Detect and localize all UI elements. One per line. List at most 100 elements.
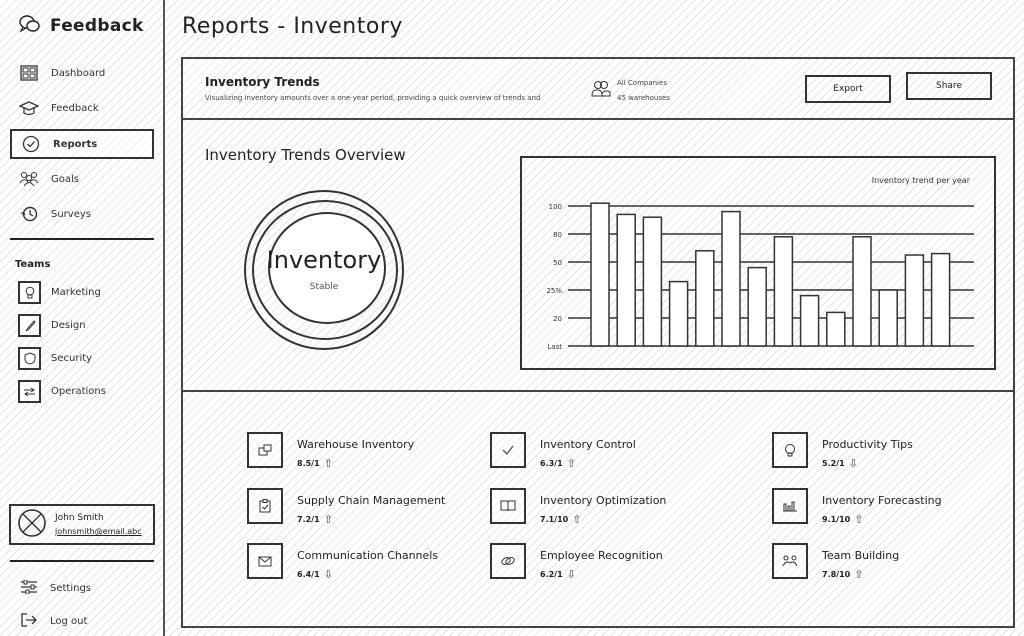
sidebar-item-goals[interactable]: Goals [10,164,154,194]
bar-7[interactable] [747,266,767,347]
bar-13[interactable] [904,254,925,347]
bar-4[interactable] [668,280,689,347]
header-panel: Inventory Trends Visualizing inventory a… [181,57,1015,120]
bar-10[interactable] [826,311,846,347]
team-icon [772,543,808,579]
check-circle-icon [21,134,41,154]
arrow-up-icon: ⇧ [572,513,582,526]
group-icon [19,169,39,189]
metric-item[interactable]: Employee Recognition 6.2/1 ⇩ [490,543,663,581]
metric-item[interactable]: Inventory Forecasting 9.1/10 ⇧ [772,488,942,526]
bar-3[interactable] [642,216,663,347]
metric-item[interactable]: Inventory Optimization 7.1/10 ⇧ [490,488,666,526]
users-icon [591,80,611,102]
metric-title: Employee Recognition [540,549,663,562]
avatar [17,508,47,542]
metric-score: 6.2/1 [540,570,563,579]
page-title: Reports - Inventory [182,14,403,39]
team-item-design[interactable]: Design [18,314,86,337]
bar-11[interactable] [852,236,872,347]
metric-title: Supply Chain Management [297,494,446,507]
metric-item[interactable]: Inventory Control 6.3/1 ⇧ [490,432,636,470]
scope-warehouses: 45 warehouses [617,94,670,102]
arrow-up-icon: ⇧ [854,513,864,526]
metric-item[interactable]: Communication Channels 6.4/1 ⇩ [247,543,438,581]
overview-title: Inventory Trends Overview [205,146,406,164]
envelope-icon [247,543,283,579]
user-card[interactable]: John Smith johnsmith@email.abc [9,504,155,545]
team-label: Design [51,320,86,331]
sidebar: Feedback Dashboard Feedback Reports Goal… [0,0,165,636]
arrow-up-icon: ⇧ [323,513,333,526]
app-title: Feedback [50,16,144,36]
lightbulb-icon [18,281,41,304]
bar-1[interactable] [590,202,610,347]
overview-panel: Inventory Trends Overview Inventory Stab… [181,118,1015,392]
metric-value: 7.2/1 ⇧ [297,513,445,526]
user-email[interactable]: johnsmith@email.abc [55,527,142,536]
metrics-panel: Warehouse Inventory 8.5/1 ⇧ Inventory Contr… [181,390,1015,628]
scope-companies: All Companies [617,79,667,87]
bar-12[interactable] [878,289,898,347]
teams-heading: Teams [15,259,51,270]
grid-icon [19,63,39,83]
metric-score: 6.4/1 [297,570,320,579]
sidebar-item-feedback[interactable]: Feedback [10,93,154,123]
export-button[interactable]: Export [805,75,891,103]
clipboard-check-icon [247,488,283,524]
metric-value: 9.1/10 ⇧ [822,513,942,526]
check-icon [490,432,526,468]
metric-title: Productivity Tips [822,438,913,451]
arrow-up-icon: ⇧ [323,457,333,470]
bar-chart-icon [772,488,808,524]
bar-6[interactable] [721,210,741,347]
sidebar-item-label: Goals [51,173,79,185]
history-icon [19,204,39,224]
metric-score: 5.2/1 [822,459,845,468]
bar-5[interactable] [695,250,715,347]
arrow-up-icon: ⇧ [854,568,864,581]
metric-title: Inventory Optimization [540,494,667,507]
team-item-security[interactable]: Security [18,347,92,370]
metric-title: Inventory Forecasting [822,494,942,507]
team-label: Security [51,353,93,364]
metric-item[interactable]: Productivity Tips 5.2/1 ⇩ [772,432,913,470]
bar-chart: Inventory trend per year Last 20 25% 50 80 10… [520,156,996,370]
handshake-icon [490,543,526,579]
sidebar-item-reports[interactable]: Reports [10,129,154,159]
sidebar-item-label: Feedback [51,102,99,114]
share-button[interactable]: Share [906,72,992,100]
graduation-cap-icon [19,98,39,118]
logout-link[interactable]: Log out [20,612,87,631]
y-tick-label: Last [547,343,562,351]
brand[interactable]: Feedback [18,14,144,38]
logout-icon [20,612,38,631]
team-item-operations[interactable]: Operations [18,380,106,403]
team-item-marketing[interactable]: Marketing [18,281,101,304]
bar-14[interactable] [930,252,951,347]
scope-info: All Companies 45 warehouses [591,76,670,106]
metric-value: 7.1/10 ⇧ [540,513,666,526]
arrow-down-icon: ⇩ [323,568,333,581]
metric-score: 7.1/10 [540,515,569,524]
metric-score: 6.3/1 [540,459,563,468]
sidebar-item-dashboard[interactable]: Dashboard [10,58,154,88]
logout-label: Log out [50,616,88,627]
shield-icon [18,347,41,370]
team-label: Marketing [51,287,101,298]
metric-title: Communication Channels [297,549,439,562]
panel-description: Visualizing inventory amounts over a one… [205,94,541,102]
settings-link[interactable]: Settings [20,579,91,597]
metric-value: 7.8/10 ⇧ [822,568,899,581]
metric-item[interactable]: Team Building 7.8/10 ⇧ [772,543,899,581]
sliders-icon [20,579,38,597]
bar-8[interactable] [773,236,794,347]
sidebar-item-surveys[interactable]: Surveys [10,199,154,229]
bar-2[interactable] [616,213,636,347]
bar-9[interactable] [799,294,820,347]
chat-bubbles-icon [18,14,42,38]
metric-value: 6.2/1 ⇩ [540,568,663,581]
metric-item[interactable]: Warehouse Inventory 8.5/1 ⇧ [247,432,414,470]
metric-item[interactable]: Supply Chain Management 7.2/1 ⇧ [247,488,445,526]
sidebar-item-label: Surveys [51,208,91,220]
